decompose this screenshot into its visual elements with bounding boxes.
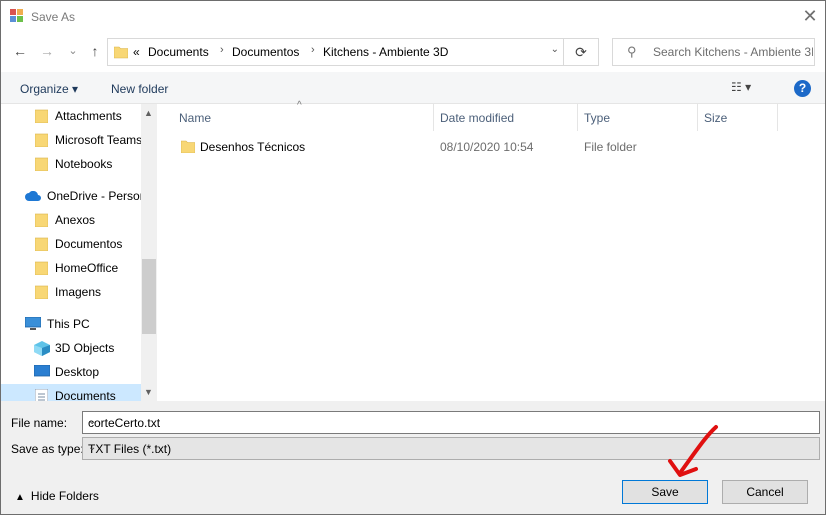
column-header-label: Date modified xyxy=(440,111,515,125)
folder-icon xyxy=(181,140,195,153)
search-box[interactable]: ⚲ Search Kitchens - Ambiente 3D xyxy=(612,38,815,66)
app-icon xyxy=(10,9,23,22)
command-bar: Organize ▾ New folder ☷ ▾ ? xyxy=(1,72,825,104)
window-title: Save As xyxy=(31,10,76,24)
folder-icon xyxy=(114,46,128,59)
recent-locations-icon[interactable]: ⌄ xyxy=(63,40,83,62)
scrollbar-thumb[interactable] xyxy=(142,259,156,334)
desktop-icon xyxy=(34,365,50,377)
red-arrow-annotation xyxy=(668,425,718,477)
file-type: File folder xyxy=(584,140,637,154)
sidebar-item-label: Documentos xyxy=(55,237,123,251)
column-divider[interactable] xyxy=(777,104,778,131)
sort-ascending-icon: ^ xyxy=(297,100,302,111)
sidebar-item-label: Documents xyxy=(55,389,116,401)
sidebar-item-this-pc[interactable]: This PC xyxy=(1,312,141,336)
sidebar-item-label: Imagens xyxy=(55,285,102,299)
chevron-up-icon: ▲ xyxy=(15,492,25,503)
sidebar-item-label: Attachments xyxy=(55,109,122,123)
sidebar-item-notebooks[interactable]: Notebooks xyxy=(1,152,141,176)
cloud-icon xyxy=(25,191,41,201)
file-list: Name ^ Date modified Type Size Desenhos … xyxy=(159,100,825,401)
sidebar-item-label: HomeOffice xyxy=(55,261,119,275)
folder-icon xyxy=(35,133,48,147)
sidebar-item-documents[interactable]: Documents xyxy=(1,384,141,401)
folder-icon xyxy=(35,213,48,227)
column-type[interactable]: Type xyxy=(578,104,697,131)
sidebar-item-onedrive[interactable]: OneDrive - Personal xyxy=(1,184,156,208)
cancel-button[interactable]: Cancel xyxy=(722,480,808,504)
sidebar-item-label: Desktop xyxy=(55,365,100,379)
column-date-modified[interactable]: Date modified xyxy=(434,104,577,131)
folder-icon xyxy=(35,285,48,299)
file-row[interactable]: Desenhos Técnicos 08/10/2020 10:54 File … xyxy=(175,136,775,158)
chevron-down-icon[interactable]: ⌄ xyxy=(551,44,559,55)
sidebar-item-3d-objects[interactable]: 3D Objects xyxy=(1,336,141,360)
breadcrumb-item[interactable]: Kitchens - Ambiente 3D xyxy=(323,45,448,59)
sidebar-item-anexos[interactable]: Anexos xyxy=(1,208,141,232)
forward-arrow-icon[interactable]: → xyxy=(37,40,57,62)
hide-folders-label: Hide Folders xyxy=(30,489,99,503)
hide-folders-button[interactable]: ▲ Hide Folders xyxy=(15,489,99,503)
sidebar-item-label: Microsoft Teams xyxy=(55,133,143,147)
sidebar-item-label: OneDrive - Personal xyxy=(47,189,156,203)
sidebar-item-homeoffice[interactable]: HomeOffice xyxy=(1,256,141,280)
column-name[interactable]: Name ^ xyxy=(159,100,434,131)
sidebar-scrollbar[interactable]: ▲ ▼ xyxy=(141,104,157,401)
column-size[interactable]: Size xyxy=(698,104,778,131)
sidebar-item-attachments[interactable]: Attachments xyxy=(1,104,141,128)
folder-icon xyxy=(35,237,48,251)
save-as-type-label: Save as type: xyxy=(11,442,84,456)
file-date: 08/10/2020 10:54 xyxy=(440,140,534,154)
folder-icon xyxy=(35,109,48,123)
save-button[interactable]: Save xyxy=(622,480,708,504)
close-button[interactable]: ✕ xyxy=(795,1,825,32)
up-arrow-icon[interactable]: ↑ xyxy=(85,40,105,62)
sidebar-item-label: This PC xyxy=(47,317,90,331)
sidebar-item-microsoft-teams[interactable]: Microsoft Teams xyxy=(1,128,143,152)
scroll-up-icon[interactable]: ▲ xyxy=(144,108,153,118)
pc-icon xyxy=(25,317,41,330)
file-name: Desenhos Técnicos xyxy=(200,140,306,154)
title-bar: Save As ✕ xyxy=(1,1,825,32)
chevron-right-icon: › xyxy=(311,44,315,56)
sidebar-item-desktop[interactable]: Desktop xyxy=(1,360,141,384)
breadcrumb-item[interactable]: Documents xyxy=(148,45,209,59)
organize-button[interactable]: Organize ▾ xyxy=(20,82,78,96)
breadcrumb-item[interactable]: Documentos xyxy=(232,45,299,59)
sidebar-item-label: 3D Objects xyxy=(55,341,115,355)
cube-icon xyxy=(34,341,50,356)
scroll-down-icon[interactable]: ▼ xyxy=(144,387,153,397)
sidebar-item-label: Anexos xyxy=(55,213,96,227)
folder-icon xyxy=(35,157,48,171)
refresh-button[interactable]: ⟳ xyxy=(564,38,599,66)
column-header-label: Size xyxy=(704,111,728,125)
help-icon[interactable]: ? xyxy=(794,80,811,97)
save-as-dialog: Save As ✕ ← → ⌄ ↑ « Documents › Document… xyxy=(0,0,826,515)
sidebar-item-documentos[interactable]: Documentos xyxy=(1,232,141,256)
new-folder-button[interactable]: New folder xyxy=(111,82,168,96)
sidebar-item-imagens[interactable]: Imagens xyxy=(1,280,141,304)
search-icon: ⚲ xyxy=(627,44,637,59)
address-bar[interactable]: « Documents › Documentos › Kitchens - Am… xyxy=(107,38,564,66)
column-header-label: Type xyxy=(584,111,611,125)
chevron-right-icon: › xyxy=(220,44,224,56)
sidebar-item-label: Notebooks xyxy=(55,157,113,171)
navigation-pane: Attachments Microsoft Teams Notebooks On… xyxy=(1,104,157,401)
view-options-icon[interactable]: ☷ ▾ xyxy=(731,80,751,94)
folder-icon xyxy=(35,261,48,275)
navigation-bar: ← → ⌄ ↑ « Documents › Documentos › Kitch… xyxy=(1,32,825,72)
search-input[interactable]: Search Kitchens - Ambiente 3D xyxy=(653,45,813,59)
file-name-label: File name: xyxy=(11,416,68,430)
column-header-label: Name xyxy=(179,111,212,125)
back-arrow-icon[interactable]: ← xyxy=(10,40,30,62)
breadcrumb-prefix[interactable]: « xyxy=(133,45,140,59)
documents-icon xyxy=(35,389,48,401)
